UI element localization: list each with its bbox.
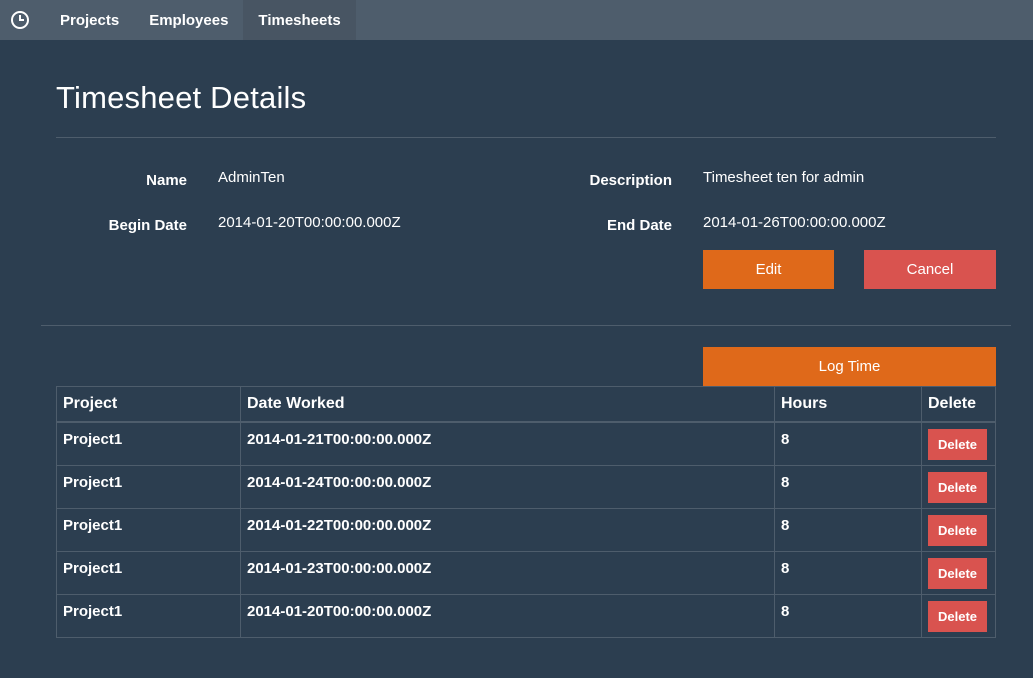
log-time-button[interactable]: Log Time [703,347,996,386]
cell-date-worked: 2014-01-22T00:00:00.000Z [240,507,775,552]
name-label: Name [146,172,187,189]
cell-project: Project1 [56,550,241,595]
description-value: Timesheet ten for admin [703,169,865,186]
cell-hours: 8 [774,593,922,638]
cell-hours: 8 [774,464,922,509]
end-date-label: End Date [606,217,672,234]
page-title: Timesheet Details [56,80,307,115]
cell-project: Project1 [56,507,241,552]
cell-hours: 8 [774,421,922,466]
header-project: Project [56,386,241,423]
edit-button[interactable]: Edit [703,250,834,289]
nav-projects[interactable]: Projects [40,0,134,40]
name-value: AdminTen [218,169,285,186]
cell-project: Project1 [56,464,241,509]
begin-date-value: 2014-01-20T00:00:00.000Z [218,214,401,231]
time-entries-table: Project Date Worked Hours Delete Project… [56,386,996,638]
table-row: Project1 2014-01-24T00:00:00.000Z 8 Dele… [56,464,996,509]
cell-project: Project1 [56,593,241,638]
cell-delete: Delete [921,593,996,638]
cell-project: Project1 [56,421,241,466]
header-delete: Delete [921,386,996,423]
end-date-value: 2014-01-26T00:00:00.000Z [703,214,886,231]
nav-timesheets[interactable]: Timesheets [243,0,356,40]
cell-hours: 8 [774,507,922,552]
table-row: Project1 2014-01-21T00:00:00.000Z 8 Dele… [56,421,996,466]
begin-date-label: Begin Date [108,217,187,234]
nav-employees[interactable]: Employees [134,0,243,40]
clock-icon [11,11,29,29]
table-row: Project1 2014-01-22T00:00:00.000Z 8 Dele… [56,507,996,552]
delete-button[interactable]: Delete [928,557,988,589]
table-header-row: Project Date Worked Hours Delete [56,386,996,423]
cancel-button[interactable]: Cancel [864,250,996,289]
header-date-worked: Date Worked [240,386,775,423]
cell-delete: Delete [921,464,996,509]
cell-date-worked: 2014-01-20T00:00:00.000Z [240,593,775,638]
cell-date-worked: 2014-01-23T00:00:00.000Z [240,550,775,595]
cell-hours: 8 [774,550,922,595]
section-divider [41,325,1011,326]
top-navbar: Projects Employees Timesheets [0,0,1033,40]
cell-date-worked: 2014-01-24T00:00:00.000Z [240,464,775,509]
description-label: Description [589,172,672,189]
delete-button[interactable]: Delete [928,600,988,632]
delete-button[interactable]: Delete [928,471,988,503]
cell-delete: Delete [921,507,996,552]
table-row: Project1 2014-01-23T00:00:00.000Z 8 Dele… [56,550,996,595]
delete-button[interactable]: Delete [928,429,988,460]
cell-delete: Delete [921,550,996,595]
title-divider [56,137,996,138]
table-row: Project1 2014-01-20T00:00:00.000Z 8 Dele… [56,593,996,638]
cell-delete: Delete [921,421,996,466]
cell-date-worked: 2014-01-21T00:00:00.000Z [240,421,775,466]
delete-button[interactable]: Delete [928,514,988,546]
header-hours: Hours [774,386,922,423]
brand-link[interactable] [0,0,40,40]
